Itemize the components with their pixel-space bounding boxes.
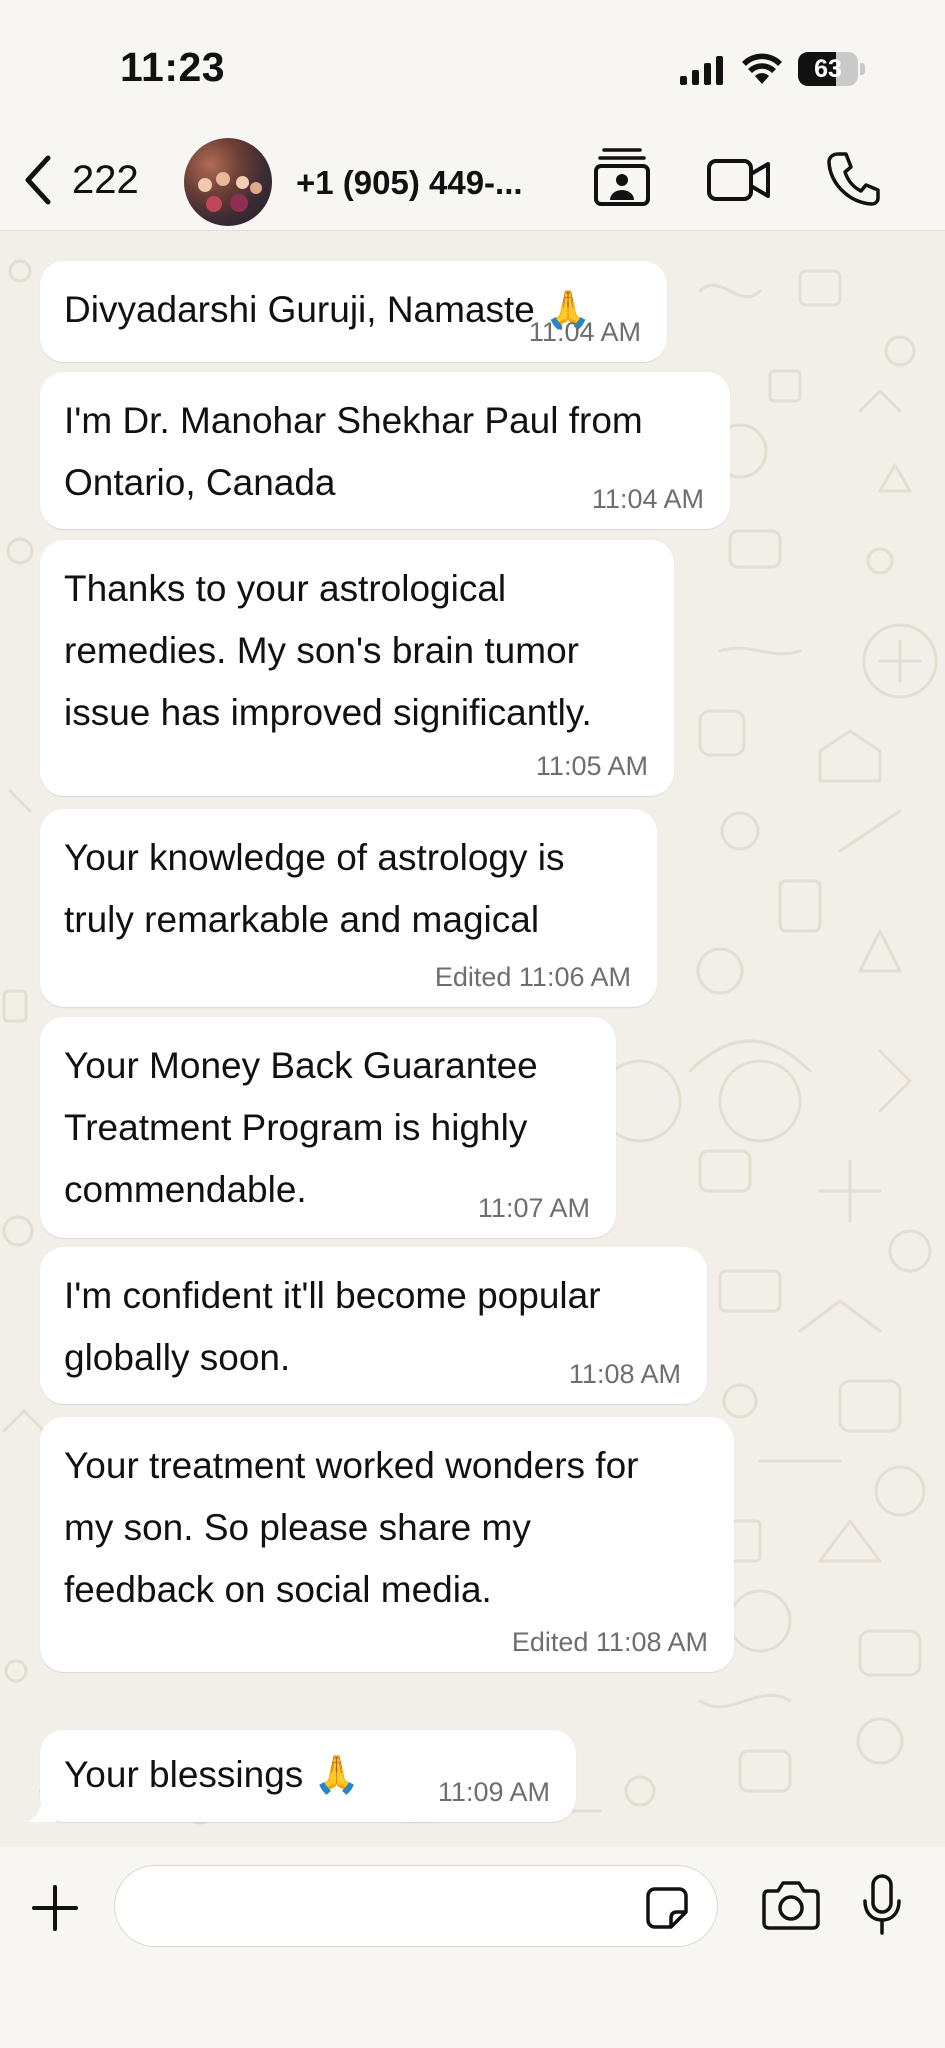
message-text: Thanks to your astrological remedies. My… [64, 568, 592, 733]
message-timestamp: 11:07 AM [477, 1193, 590, 1223]
cellular-signal-icon [680, 56, 723, 85]
message-bubble[interactable]: Thanks to your astrological remedies. My… [40, 540, 674, 796]
message-text: Your treatment worked wonders for my son… [64, 1445, 639, 1610]
status-bar: 11:23 63 [0, 0, 945, 130]
battery-percentage: 63 [814, 55, 842, 83]
chevron-left-icon[interactable] [20, 152, 54, 208]
message-bubble[interactable]: Your knowledge of astrology is truly rem… [40, 809, 657, 1007]
message-input[interactable] [143, 1884, 627, 1930]
message-bubble[interactable]: Your Money Back Guarantee Treatment Prog… [40, 1017, 616, 1238]
battery-indicator: 63 [798, 52, 866, 86]
message-bubble[interactable]: I'm confident it'll become popular globa… [40, 1247, 707, 1404]
chat-header: 222 +1 (905) 449-... [0, 130, 945, 231]
wifi-icon [742, 53, 782, 84]
phone-icon[interactable] [826, 150, 880, 206]
contact-card-icon[interactable] [592, 144, 652, 208]
message-bubble[interactable]: Your treatment worked wonders for my son… [40, 1417, 734, 1672]
message-bubble[interactable]: Divyadarshi Guruji, Namaste 🙏 11:04 AM [40, 261, 667, 362]
message-timestamp: Edited 11:08 AM [511, 1627, 708, 1657]
sticker-icon[interactable] [645, 1886, 689, 1930]
message-timestamp: 11:09 AM [437, 1777, 550, 1807]
message-list[interactable]: Divyadarshi Guruji, Namaste 🙏 11:04 AM I… [0, 231, 945, 1847]
message-bubble[interactable]: I'm Dr. Manohar Shekhar Paul from Ontari… [40, 372, 730, 529]
camera-icon[interactable] [762, 1879, 820, 1931]
message-timestamp: 11:05 AM [535, 751, 648, 781]
message-input-box[interactable] [114, 1865, 718, 1947]
contact-name[interactable]: +1 (905) 449-... [296, 164, 523, 202]
message-timestamp: 11:04 AM [528, 317, 641, 347]
message-text: Your knowledge of astrology is truly rem… [64, 837, 565, 940]
message-composer [0, 1847, 945, 2048]
message-timestamp: Edited 11:06 AM [434, 962, 631, 992]
bubble-tail [26, 1796, 56, 1822]
message-timestamp: 11:04 AM [591, 484, 704, 514]
status-time: 11:23 [120, 44, 226, 90]
message-bubble[interactable]: Your blessings 🙏 11:09 AM [26, 1730, 576, 1822]
microphone-icon[interactable] [862, 1873, 902, 1937]
message-timestamp: 11:08 AM [568, 1359, 681, 1389]
video-camera-icon[interactable] [706, 158, 772, 202]
contact-avatar[interactable] [184, 138, 272, 226]
back-unread-count[interactable]: 222 [72, 158, 139, 203]
plus-icon[interactable] [30, 1883, 80, 1933]
